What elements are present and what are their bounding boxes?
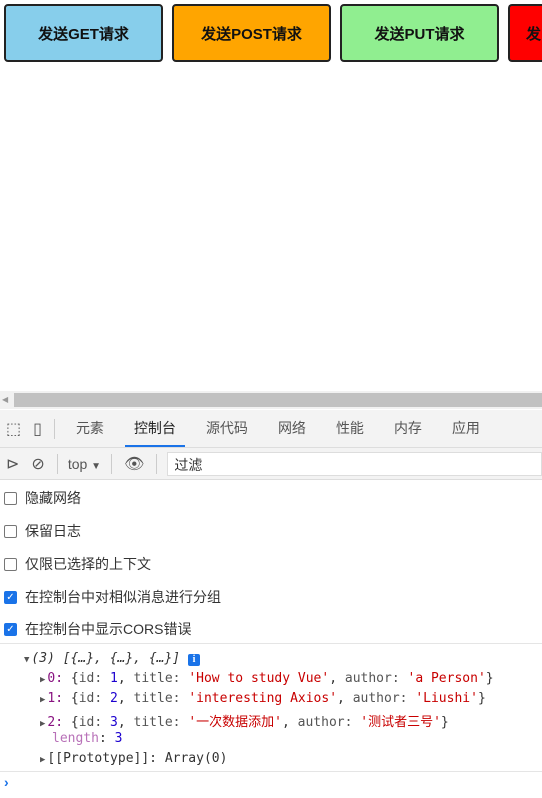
checkbox-checked[interactable]: ✓ xyxy=(4,590,17,604)
divider xyxy=(111,453,113,474)
array-item[interactable]: ▶ 1: {id: 2, title: 'interesting Axios', … xyxy=(40,691,486,706)
expand-triangle-icon[interactable]: ▶ xyxy=(40,675,45,685)
context-select[interactable]: top ▼ xyxy=(64,456,105,472)
expand-triangle-icon[interactable]: ▶ xyxy=(40,695,45,705)
array-summary[interactable]: ▼ (3) [{…}, {…}, {…}] i xyxy=(24,651,200,666)
scrollbar-thumb[interactable] xyxy=(14,393,542,407)
divider xyxy=(156,453,158,474)
dropdown-icon: ▼ xyxy=(91,460,102,472)
device-toggle-icon[interactable]: ▯ xyxy=(27,419,48,439)
expand-triangle-icon[interactable]: ▶ xyxy=(40,719,45,729)
eye-icon[interactable]: 👁 xyxy=(118,454,150,474)
post-button[interactable]: 发送POST请求 xyxy=(172,4,331,62)
tab-network[interactable]: 网络 xyxy=(263,410,321,447)
expand-triangle-icon[interactable]: ▶ xyxy=(40,755,45,765)
length-property: length: 3 xyxy=(52,731,123,746)
context-value: top xyxy=(67,455,88,472)
show-cors-option[interactable]: ✓ 在控制台中显示CORS错误 xyxy=(4,619,191,639)
put-button[interactable]: 发送PUT请求 xyxy=(340,4,499,62)
summary-text: (3) [{…}, {…}, {…}] xyxy=(31,651,181,666)
hide-network-option[interactable]: 隐藏网络 xyxy=(4,488,81,508)
divider xyxy=(0,771,542,772)
option-label: 仅限已选择的上下文 xyxy=(25,556,151,572)
option-label: 在控制台中对相似消息进行分组 xyxy=(25,589,221,605)
checkbox[interactable] xyxy=(4,524,17,538)
group-similar-option[interactable]: ✓ 在控制台中对相似消息进行分组 xyxy=(4,587,221,607)
delete-button[interactable]: 发 xyxy=(508,4,542,62)
prototype-property[interactable]: ▶ [[Prototype]]: Array(0) xyxy=(40,751,227,766)
tab-memory[interactable]: 内存 xyxy=(379,410,437,447)
array-item[interactable]: ▶ 0: {id: 1, title: 'How to study Vue', a… xyxy=(40,671,494,686)
option-label: 保留日志 xyxy=(25,523,81,539)
divider xyxy=(56,453,58,474)
tab-console[interactable]: 控制台 xyxy=(119,410,191,447)
tab-performance[interactable]: 性能 xyxy=(321,410,379,447)
option-label: 隐藏网络 xyxy=(25,490,81,506)
divider xyxy=(53,418,55,439)
checkbox-checked[interactable]: ✓ xyxy=(4,622,17,636)
inspect-icon[interactable]: ⬚ xyxy=(0,419,27,439)
info-icon: i xyxy=(187,654,200,666)
tab-sources[interactable]: 源代码 xyxy=(191,410,263,447)
scroll-left-icon[interactable]: ◀ xyxy=(2,395,8,404)
array-item[interactable]: ▶ 2: {id: 3, title: '一次数据添加', author: '测试… xyxy=(40,711,449,730)
sidebar-toggle-icon[interactable]: ⊳ xyxy=(0,454,25,474)
checkbox[interactable] xyxy=(4,491,17,505)
tab-elements[interactable]: 元素 xyxy=(61,410,119,447)
console-toolbar: ⊳ ⊘ top ▼ 👁 过滤 xyxy=(0,448,542,480)
devtools-tabs: ⬚ ▯ 元素 控制台 源代码 网络 性能 内存 应用 xyxy=(0,410,542,448)
clear-console-icon[interactable]: ⊘ xyxy=(25,454,50,474)
expand-triangle-icon[interactable]: ▼ xyxy=(24,655,29,665)
checkbox[interactable] xyxy=(4,557,17,571)
divider xyxy=(0,643,542,644)
get-button[interactable]: 发送GET请求 xyxy=(4,4,163,62)
selected-context-option[interactable]: 仅限已选择的上下文 xyxy=(4,554,151,574)
console-prompt[interactable]: › xyxy=(4,774,9,790)
filter-input[interactable]: 过滤 xyxy=(167,451,542,476)
horizontal-scrollbar[interactable]: ◀ xyxy=(0,391,542,409)
option-label: 在控制台中显示CORS错误 xyxy=(25,621,192,637)
tab-application[interactable]: 应用 xyxy=(437,410,495,447)
preserve-log-option[interactable]: 保留日志 xyxy=(4,521,81,541)
